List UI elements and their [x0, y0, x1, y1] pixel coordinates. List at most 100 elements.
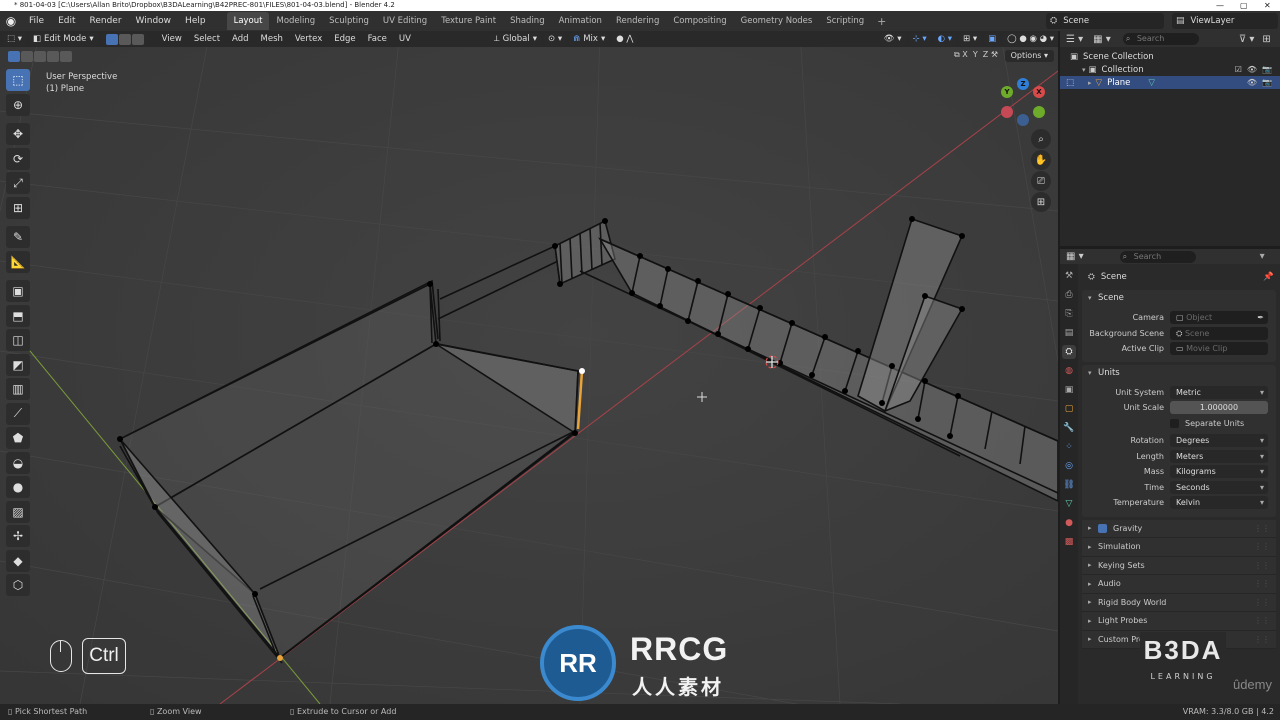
bevel-tool-icon[interactable]: ◩ — [6, 353, 30, 376]
gizmo-x-axis[interactable]: X — [1033, 86, 1045, 98]
select-mode-buttons[interactable] — [100, 32, 148, 46]
gizmo-neg-x-axis[interactable] — [1001, 106, 1013, 118]
pan-hand-icon[interactable]: ✋ — [1031, 150, 1051, 170]
menu-add[interactable]: Add — [226, 34, 254, 44]
edge-slide-tool-icon[interactable]: ▨ — [6, 500, 30, 523]
properties-search-input[interactable]: ⌕ Search — [1119, 250, 1196, 263]
poly-build-tool-icon[interactable]: ⬟ — [6, 427, 30, 449]
display-mode-icon[interactable]: ▦ ▾ — [1093, 34, 1111, 45]
zoom-icon[interactable]: ⌕ — [1031, 129, 1051, 149]
transform-orientation-dropdown[interactable]: ⟂ Global ▾ — [489, 32, 541, 46]
3d-viewport[interactable]: ⬚ ▾ ◧ Edit Mode ▾ View Select Add Mesh V… — [0, 31, 1058, 704]
object-tab-icon[interactable]: ▢ — [1062, 402, 1076, 416]
outliner-search-input[interactable]: ⌕ Search — [1122, 33, 1199, 45]
move-tool-icon[interactable]: ✥ — [6, 123, 30, 145]
tab-layout[interactable]: Layout — [226, 12, 270, 30]
outliner-type-icon[interactable]: ☰ ▾ — [1066, 34, 1083, 45]
overlay-toggle-icon[interactable]: ◐ ▾ — [933, 32, 957, 46]
physics-tab-icon[interactable]: ◎ — [1062, 459, 1076, 473]
visibility-icon[interactable]: 👁 ▾ — [879, 32, 906, 46]
navigation-gizmo[interactable]: Z X Y — [997, 76, 1049, 128]
eye-icon[interactable]: 👁 — [1247, 78, 1257, 87]
light-probes-panel[interactable]: ▸ Light Probes ⋮⋮ — [1082, 612, 1276, 631]
edge-select-icon[interactable] — [118, 33, 131, 45]
mesh-edit-overlay-icon[interactable]: ⊞ ▾ — [959, 32, 982, 46]
drag-handle-icon[interactable]: ⋮⋮ — [1254, 579, 1270, 588]
menu-select[interactable]: Select — [188, 34, 226, 44]
tab-geometry-nodes[interactable]: Geometry Nodes — [734, 12, 820, 30]
inset-tool-icon[interactable]: ◫ — [6, 329, 30, 351]
properties-type-icon[interactable]: ▦ ▾ — [1066, 251, 1084, 262]
menu-mesh[interactable]: Mesh — [255, 34, 289, 44]
gizmo-neg-y-axis[interactable] — [1033, 106, 1045, 118]
menu-uv[interactable]: UV — [393, 34, 417, 44]
minimize-icon[interactable]: — — [1216, 0, 1224, 11]
select-subtract-mode-icon[interactable] — [34, 50, 46, 62]
tab-rendering[interactable]: Rendering — [609, 12, 666, 30]
blender-logo-icon[interactable]: ◉ — [0, 14, 22, 28]
add-cube-tool-icon[interactable]: ▣ — [6, 280, 30, 302]
checkbox-icon[interactable]: ☑ — [1235, 65, 1242, 74]
measure-tool-icon[interactable]: 📐 — [6, 250, 30, 273]
render-tab-icon[interactable]: ⎙ — [1062, 288, 1076, 302]
rotate-tool-icon[interactable]: ⟳ — [6, 147, 30, 170]
pivot-point-icon[interactable]: ⊙ ▾ — [544, 32, 567, 46]
shading-modes-icon[interactable]: ◯ ● ◉ ◕ ▾ — [1003, 32, 1058, 46]
add-workspace-icon[interactable]: + — [871, 15, 892, 28]
expand-arrow-icon[interactable]: ▸ — [1088, 79, 1092, 87]
pin-icon[interactable]: 📌 — [1263, 272, 1274, 282]
drag-handle-icon[interactable]: ⋮⋮ — [1254, 598, 1270, 607]
tab-compositing[interactable]: Compositing — [666, 12, 733, 30]
edit-mode-icon[interactable]: ⬚ — [1066, 78, 1074, 88]
menu-edit[interactable]: Edit — [51, 11, 82, 31]
tab-texture-paint[interactable]: Texture Paint — [434, 12, 503, 30]
constraints-tab-icon[interactable]: ⛓ — [1062, 478, 1076, 492]
output-tab-icon[interactable]: ⎘ — [1062, 307, 1076, 321]
drag-handle-icon[interactable]: ⋮⋮ — [1254, 635, 1270, 644]
menu-view[interactable]: View — [156, 34, 188, 44]
select-box-mode-icon[interactable] — [8, 50, 20, 62]
simulation-panel[interactable]: ▸ Simulation ⋮⋮ — [1082, 538, 1276, 557]
shrink-fatten-tool-icon[interactable]: ✢ — [6, 525, 30, 547]
rip-region-tool-icon[interactable]: ⬡ — [6, 574, 30, 596]
proportional-editing-icon[interactable]: ● ⋀ — [612, 32, 638, 46]
select-invert-mode-icon[interactable] — [47, 50, 59, 62]
keying-sets-panel[interactable]: ▸ Keying Sets ⋮⋮ — [1082, 556, 1276, 575]
drag-handle-icon[interactable]: ⋮⋮ — [1254, 616, 1270, 625]
grid-view-icon[interactable]: ⊞ — [1031, 192, 1051, 212]
mass-dropdown[interactable]: Kilograms — [1170, 465, 1268, 479]
rigid-body-world-panel[interactable]: ▸ Rigid Body World ⋮⋮ — [1082, 593, 1276, 612]
scene-selector[interactable]: ⛭ Scene — [1046, 13, 1164, 29]
eye-icon[interactable]: 👁 — [1247, 65, 1257, 74]
camera-field[interactable]: ▢ Object ✒ — [1170, 311, 1268, 325]
menu-edge[interactable]: Edge — [328, 34, 361, 44]
annotate-tool-icon[interactable]: ✎ — [6, 226, 30, 248]
menu-vertex[interactable]: Vertex — [289, 34, 328, 44]
collapse-arrow-icon[interactable]: ▾ — [1082, 66, 1086, 74]
close-icon[interactable]: ✕ — [1264, 0, 1271, 11]
gizmo-z-axis[interactable]: Z — [1017, 78, 1029, 90]
units-panel-header[interactable]: ▾ Units — [1082, 365, 1276, 381]
loop-cut-tool-icon[interactable]: ▥ — [6, 378, 30, 400]
axis-z-toggle[interactable]: Z — [983, 50, 988, 59]
xray-toggle-icon[interactable]: ▣ — [984, 32, 1001, 46]
knife-tool-icon[interactable]: ⟋ — [6, 402, 30, 425]
active-clip-field[interactable]: ▭ Movie Clip — [1170, 342, 1268, 356]
outliner-row-collection[interactable]: ▾ ▣ Collection ☑ 👁 📷 — [1060, 63, 1280, 76]
menu-face[interactable]: Face — [362, 34, 393, 44]
tab-modeling[interactable]: Modeling — [269, 12, 322, 30]
filter-icon[interactable]: ⊽ ▾ — [1239, 34, 1255, 45]
material-tab-icon[interactable]: ● — [1062, 516, 1076, 530]
face-select-icon[interactable] — [131, 33, 144, 45]
collection-tab-icon[interactable]: ▣ — [1062, 383, 1076, 397]
smooth-tool-icon[interactable]: ● — [6, 476, 30, 498]
view-layer-selector[interactable]: ▤ ViewLayer — [1172, 13, 1278, 29]
tab-scripting[interactable]: Scripting — [819, 12, 871, 30]
modifier-tab-icon[interactable]: 🔧 — [1062, 421, 1076, 435]
tool-tab-icon[interactable]: ⚒ — [1062, 269, 1076, 283]
editor-type-icon[interactable]: ⬚ ▾ — [3, 32, 26, 46]
tab-animation[interactable]: Animation — [552, 12, 609, 30]
options-button[interactable]: Options ▾ — [1004, 50, 1054, 62]
menu-help[interactable]: Help — [178, 11, 213, 31]
texture-tab-icon[interactable]: ▩ — [1062, 535, 1076, 549]
